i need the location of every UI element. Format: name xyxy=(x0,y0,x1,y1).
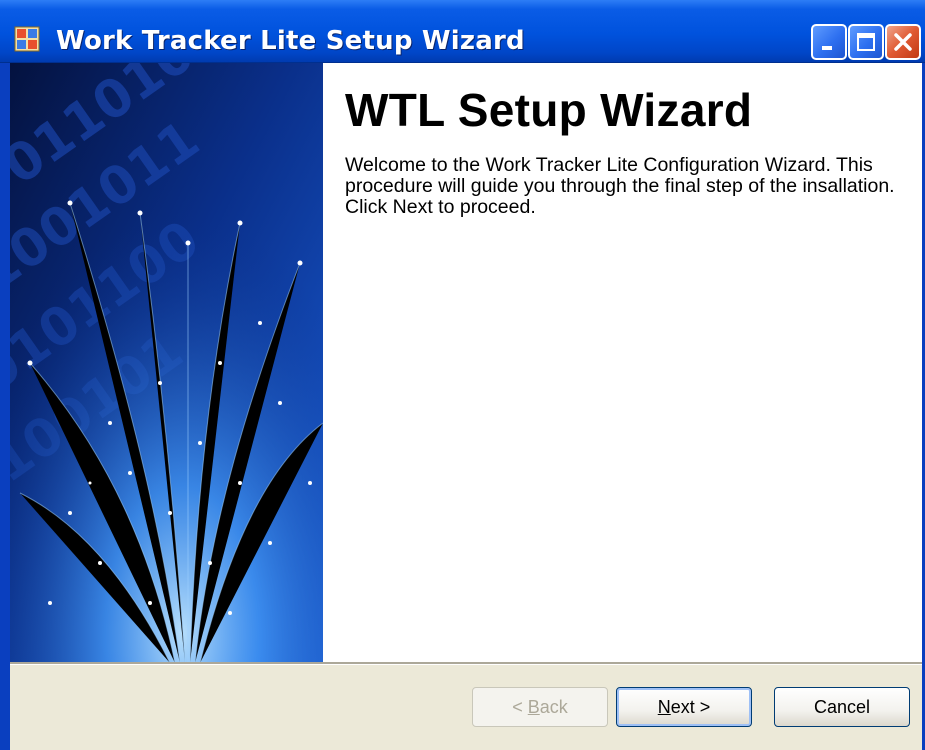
maximize-icon xyxy=(857,33,875,51)
close-button[interactable] xyxy=(885,24,921,60)
close-icon xyxy=(894,33,912,51)
wizard-heading: WTL Setup Wizard xyxy=(345,84,753,136)
button-bar: < Back Next > Cancel xyxy=(10,665,922,750)
cancel-button-label: Cancel xyxy=(813,696,871,717)
window-left-border xyxy=(0,63,10,750)
back-button[interactable]: < Back xyxy=(472,687,608,727)
setup-wizard-window: Work Tracker Lite Setup Wizard WTL Setup… xyxy=(0,0,925,750)
cancel-button[interactable]: Cancel xyxy=(774,687,910,727)
back-button-accel: B xyxy=(527,696,540,717)
title-bar[interactable]: Work Tracker Lite Setup Wizard xyxy=(0,0,925,63)
wizard-content: 0110100 1001011 0101100 1100101 xyxy=(0,63,925,663)
app-window-icon xyxy=(14,26,40,52)
window-title: Work Tracker Lite Setup Wizard xyxy=(56,26,525,56)
wizard-description: Welcome to the Work Tracker Lite Configu… xyxy=(345,154,895,218)
back-button-prefix: < xyxy=(512,696,528,717)
fiber-optic-banner-image: 0110100 1001011 0101100 1100101 xyxy=(10,63,323,663)
minimize-button[interactable] xyxy=(811,24,847,60)
next-button[interactable]: Next > xyxy=(616,687,752,727)
next-button-rest: ext > xyxy=(670,696,711,717)
next-button-accel: N xyxy=(657,696,671,717)
maximize-button[interactable] xyxy=(848,24,884,60)
back-button-rest: ack xyxy=(539,696,568,717)
minimize-icon xyxy=(822,46,832,50)
